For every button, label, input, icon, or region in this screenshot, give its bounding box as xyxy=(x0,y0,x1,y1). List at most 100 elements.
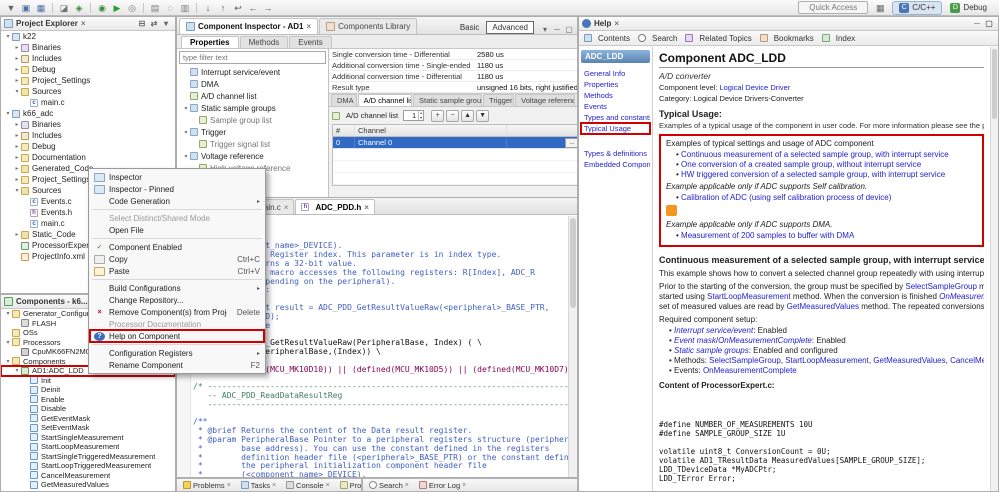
quick-access-button[interactable]: Quick Access xyxy=(798,1,869,14)
tree-item[interactable]: ▸ Includes xyxy=(1,53,175,64)
editor-scrollbar[interactable] xyxy=(568,216,577,477)
toolbar-icon[interactable]: ◪ xyxy=(57,2,71,14)
text-segment[interactable]: Static sample groups xyxy=(674,346,749,355)
inspector-subtab[interactable]: Methods xyxy=(239,36,289,48)
tree-item[interactable]: Init xyxy=(1,376,175,386)
tree-item[interactable]: ▾ k66_adc xyxy=(1,108,175,119)
menu-item[interactable]: Rename Component F2 xyxy=(90,359,264,371)
property-value[interactable]: 2580 us xyxy=(477,50,577,59)
tree-item[interactable]: StartLoopMeasurement xyxy=(1,442,175,452)
tree-item[interactable]: ▸ Binaries xyxy=(1,119,175,130)
help-nav-link[interactable]: Types & definitions xyxy=(581,148,650,159)
tree-item[interactable]: ▾ k22 xyxy=(1,31,175,42)
tree-item[interactable]: Disable xyxy=(1,404,175,414)
property-tree-item[interactable]: Sample group list xyxy=(179,114,326,126)
expander-icon[interactable]: ▾ xyxy=(182,105,190,112)
tree-item[interactable]: ▸ Documentation xyxy=(1,152,175,163)
help-nav-link[interactable]: General Info xyxy=(581,68,650,79)
help-nav-link[interactable]: Properties xyxy=(581,79,650,90)
toolbar-icon[interactable]: ◉ xyxy=(95,2,109,14)
menu-item[interactable]: × Remove Component(s) from Project Delet… xyxy=(90,306,264,318)
toolbar-icon[interactable]: ↑ xyxy=(216,2,230,14)
menu-item[interactable]: Build Configurations ▸ xyxy=(90,282,264,294)
close-icon[interactable] xyxy=(284,203,289,212)
toolbar-icon[interactable]: ↓ xyxy=(201,2,215,14)
text-segment[interactable]: OnMeasurementComplete xyxy=(703,366,797,375)
count-spinner[interactable]: 1 ▴ ▾ xyxy=(403,110,425,121)
tree-item[interactable]: c main.c xyxy=(1,97,175,108)
expander-icon[interactable]: ▸ xyxy=(13,55,21,62)
help-nav-link[interactable]: Types and constants xyxy=(581,112,650,123)
close-icon[interactable] xyxy=(462,482,466,489)
expander-icon[interactable]: ▾ xyxy=(4,110,12,117)
tree-item[interactable]: Enable xyxy=(1,395,175,405)
toolbar-icon[interactable]: ▤ xyxy=(148,2,162,14)
help-tab[interactable]: Search xyxy=(638,34,677,43)
example-link[interactable]: HW triggered conversion of a selected sa… xyxy=(681,170,945,179)
property-value[interactable]: 1180 us xyxy=(477,61,577,70)
expander-icon[interactable]: ▾ xyxy=(4,358,12,365)
view-tab[interactable]: Search xyxy=(365,479,413,491)
expander-icon[interactable]: ▸ xyxy=(13,121,21,128)
expander-icon[interactable]: ▸ xyxy=(13,44,21,51)
move-down-button[interactable]: ▼ xyxy=(476,109,490,122)
expander-icon[interactable]: ▸ xyxy=(13,165,21,172)
perspective-button[interactable]: C C/C++ xyxy=(892,0,943,15)
expander-icon[interactable]: ▾ xyxy=(182,153,190,160)
add-item-button[interactable]: + xyxy=(431,109,445,122)
help-tab[interactable]: Index xyxy=(821,34,855,43)
help-tab[interactable]: Related Topics xyxy=(685,34,752,43)
example-link[interactable]: Calibration of ADC (using self calibrati… xyxy=(681,193,891,202)
close-icon[interactable] xyxy=(614,19,619,28)
toolbar-icon[interactable]: ▼ xyxy=(4,2,18,14)
header-icon[interactable]: ▾ xyxy=(160,19,172,28)
text-segment[interactable]: SelectSampleGroup xyxy=(709,356,781,365)
text-segment[interactable]: CancelMeasurement xyxy=(950,356,984,365)
group-tab[interactable]: Voltage reference xyxy=(515,94,576,106)
property-tree-item[interactable]: ▾ Trigger xyxy=(179,126,326,138)
toolbar-icon[interactable]: ▶ xyxy=(110,2,124,14)
tree-item[interactable]: Deinit xyxy=(1,385,175,395)
tab-component-inspector[interactable]: Component Inspector - AD1 xyxy=(179,18,319,34)
text-segment[interactable]: OnMeasurementComplete xyxy=(718,336,812,345)
toolbar-icon[interactable]: ◌ xyxy=(163,2,177,14)
expander-icon[interactable]: ▾ xyxy=(13,88,21,95)
text-segment[interactable]: GetMeasuredValues xyxy=(787,302,859,311)
tree-item[interactable]: ▸ Debug xyxy=(1,141,175,152)
property-tree-item[interactable]: ▾ Static sample groups xyxy=(179,102,326,114)
help-nav-link[interactable]: Methods xyxy=(581,90,650,101)
tree-item[interactable]: GetMeasuredValues xyxy=(1,480,175,490)
header-icon[interactable]: ▢ xyxy=(983,19,995,28)
expander-icon[interactable]: ▸ xyxy=(13,66,21,73)
property-value[interactable]: unsigned 16 bits, right justified xyxy=(477,83,577,92)
view-mode-button[interactable]: Basic xyxy=(455,22,485,33)
expander-icon[interactable]: ▸ xyxy=(13,132,21,139)
expander-icon[interactable]: ▸ xyxy=(13,154,21,161)
expander-icon[interactable]: ▾ xyxy=(4,310,12,317)
group-tab[interactable]: A/D channel list xyxy=(357,94,412,106)
toolbar-icon[interactable]: ◎ xyxy=(125,2,139,14)
menu-item[interactable]: Open File xyxy=(90,224,264,236)
toolbar-icon[interactable]: ← xyxy=(246,2,260,14)
close-icon[interactable] xyxy=(272,482,276,489)
move-up-button[interactable]: ▲ xyxy=(461,109,475,122)
tree-item[interactable]: SetEventMask xyxy=(1,423,175,433)
header-icon[interactable]: ⊟ xyxy=(136,19,148,28)
tree-item[interactable]: StartSingleTriggeredMeasurement xyxy=(1,452,175,462)
view-tab[interactable]: Console xyxy=(282,479,334,491)
text-segment[interactable]: Event mask xyxy=(674,336,716,345)
scrollbar-thumb[interactable] xyxy=(570,218,576,308)
header-icon[interactable]: ─ xyxy=(971,19,983,28)
expander-icon[interactable]: ▾ xyxy=(4,33,12,40)
filter-input[interactable] xyxy=(179,51,326,64)
property-row[interactable]: Result type unsigned 16 bits, right just… xyxy=(329,82,577,93)
help-nav-link[interactable]: Events xyxy=(581,101,650,112)
menu-item[interactable]: Paste Ctrl+V xyxy=(90,265,264,277)
group-tab[interactable]: Static sample groups xyxy=(413,94,483,106)
close-icon[interactable] xyxy=(364,203,369,212)
perspective-button[interactable]: D Debug xyxy=(944,2,993,14)
tree-item[interactable]: ▸ Debug xyxy=(1,64,175,75)
tree-item[interactable]: CancelMeasurement xyxy=(1,471,175,481)
expander-icon[interactable]: ▸ xyxy=(13,176,21,183)
menu-item[interactable]: ✓ Component Enabled xyxy=(90,241,264,253)
